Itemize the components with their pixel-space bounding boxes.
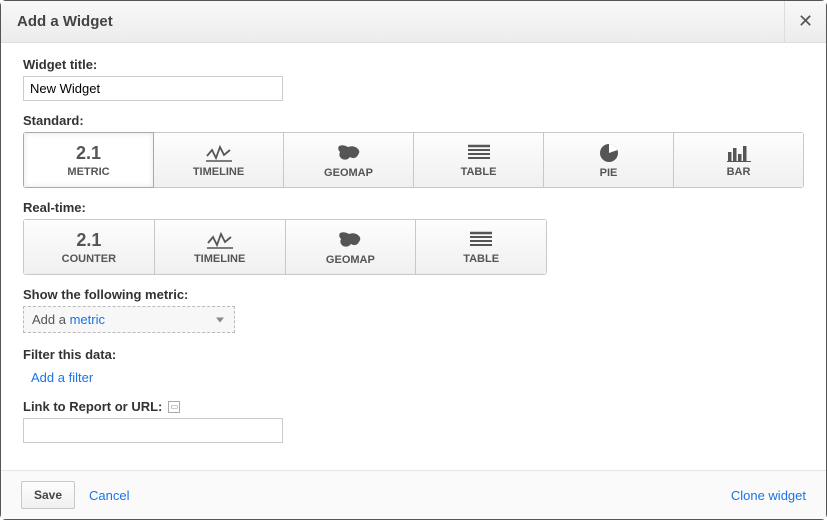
timeline-icon [207,231,233,249]
dialog-header: Add a Widget ✕ [1,1,826,43]
widget-type-pie[interactable]: PIE [544,132,674,188]
widget-type-label: GEOMAP [326,254,375,266]
widget-type-timeline[interactable]: TIMELINE [154,132,284,188]
widget-type-realtime-geomap[interactable]: GEOMAP [286,219,417,275]
widget-type-label: TABLE [461,166,497,178]
widget-type-metric[interactable]: 2.1 METRIC [23,132,154,188]
geomap-icon [335,143,363,163]
widget-type-label: GEOMAP [324,167,373,179]
timeline-icon [206,144,232,162]
realtime-widget-types: 2.1 COUNTER TIMELINE GEOMAP TABLE [23,219,547,275]
counter-icon: 2.1 [76,231,101,249]
widget-type-label: TIMELINE [194,253,245,265]
widget-type-counter[interactable]: 2.1 COUNTER [23,219,155,275]
close-button[interactable]: ✕ [784,1,826,42]
save-button[interactable]: Save [21,481,75,509]
widget-type-realtime-timeline[interactable]: TIMELINE [155,219,286,275]
widget-type-geomap[interactable]: GEOMAP [284,132,414,188]
widget-type-label: METRIC [67,166,109,178]
widget-type-label: TABLE [463,253,499,265]
dialog-body: Widget title: Standard: 2.1 METRIC TIMEL… [1,43,826,453]
clone-widget-link[interactable]: Clone widget [731,488,806,503]
table-icon [470,231,492,249]
geomap-icon [336,230,364,250]
widget-title-input[interactable] [23,76,283,101]
widget-type-label: BAR [727,166,751,178]
standard-widget-types: 2.1 METRIC TIMELINE GEOMAP TABLE PIE [23,132,804,188]
link-report-input[interactable] [23,418,283,443]
widget-type-table[interactable]: TABLE [414,132,544,188]
document-icon: ▭ [168,401,180,413]
widget-title-label: Widget title: [23,57,804,72]
metric-section-label: Show the following metric: [23,287,804,302]
add-metric-dropdown[interactable]: Add a metric [23,306,235,333]
close-icon: ✕ [798,11,813,32]
dropdown-prefix: Add a [32,312,70,327]
dropdown-link-word: metric [70,312,105,327]
widget-type-label: PIE [600,167,618,179]
standard-label: Standard: [23,113,804,128]
widget-type-realtime-table[interactable]: TABLE [416,219,547,275]
pie-icon [599,143,619,163]
dialog-title: Add a Widget [17,13,113,30]
widget-type-bar[interactable]: BAR [674,132,804,188]
link-report-label: Link to Report or URL: [23,399,162,414]
table-icon [468,144,490,162]
dialog-footer: Save Cancel Clone widget [1,470,826,519]
metric-icon: 2.1 [76,144,101,162]
widget-type-label: COUNTER [62,253,116,265]
widget-type-label: TIMELINE [193,166,244,178]
realtime-label: Real-time: [23,200,804,215]
filter-section-label: Filter this data: [23,347,804,362]
add-filter-link[interactable]: Add a filter [31,370,93,385]
cancel-link[interactable]: Cancel [89,488,129,503]
bar-icon [727,144,751,162]
